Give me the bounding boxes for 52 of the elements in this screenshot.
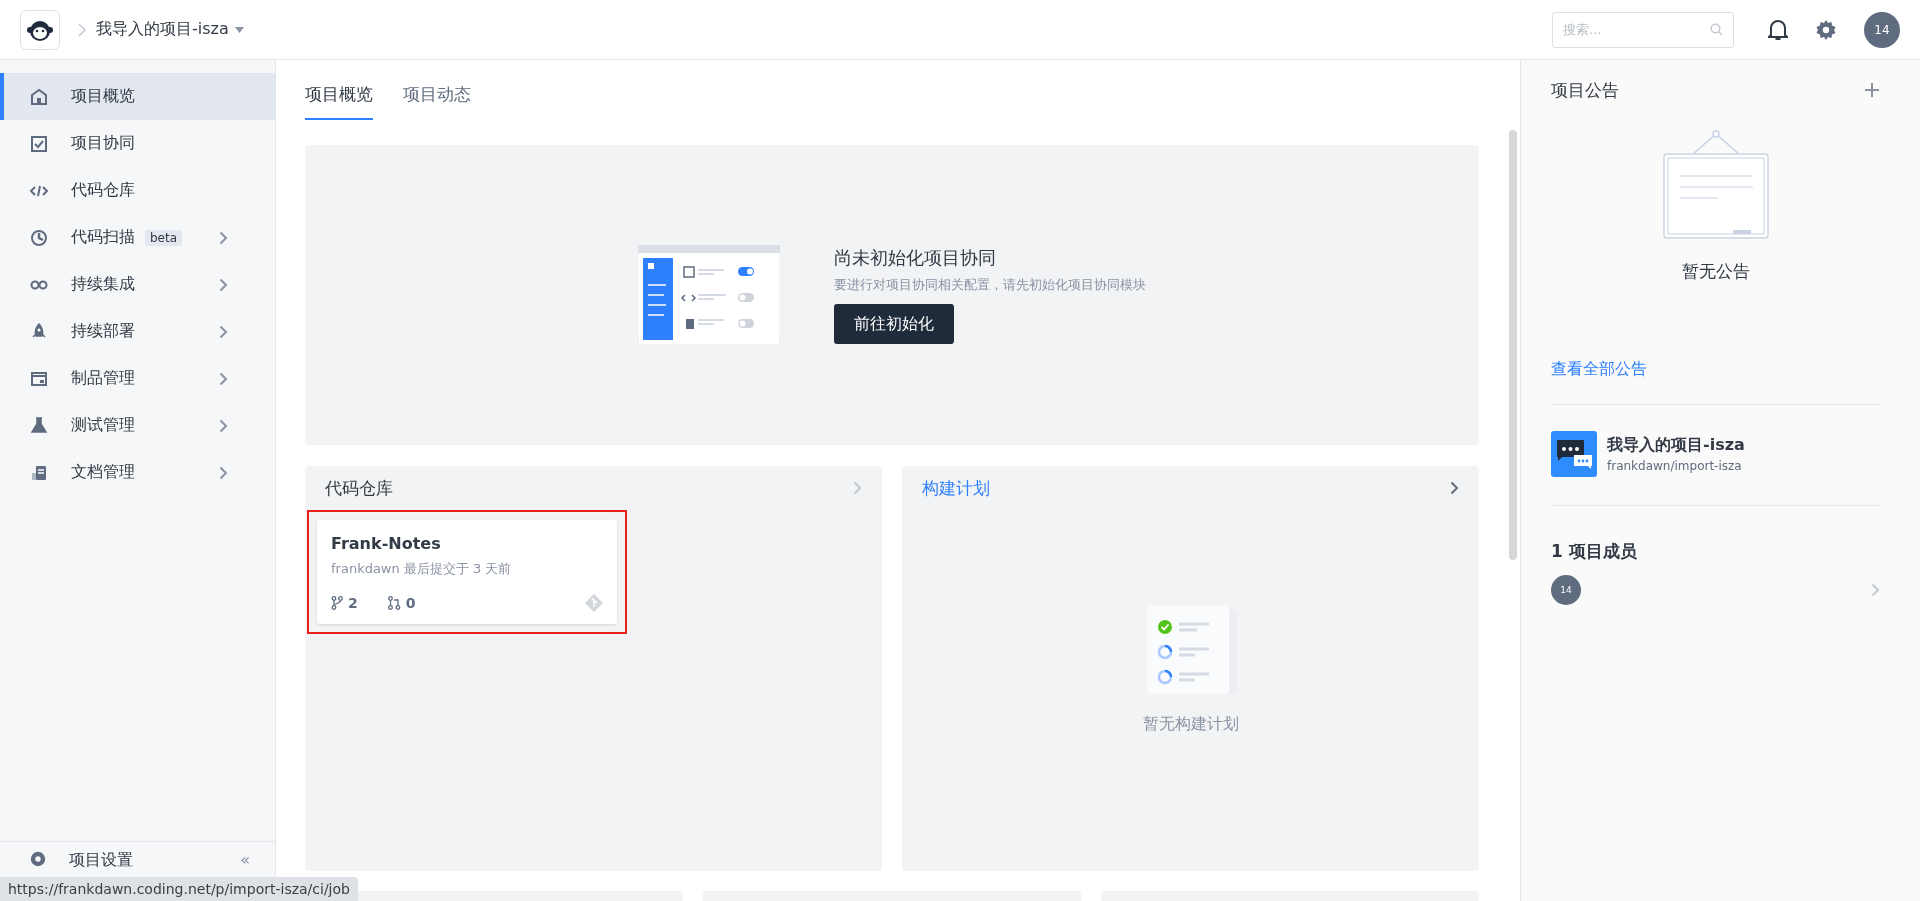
tab[interactable]: 项目动态	[403, 83, 471, 120]
git-icon	[585, 594, 603, 612]
status-url: https://frankdawn.coding.net/p/import-isza/ci/job	[0, 877, 358, 901]
chevron-right-icon	[1450, 481, 1459, 495]
merge-request-icon	[387, 596, 401, 610]
sidebar-item[interactable]: 文档管理	[0, 449, 275, 496]
sidebar-icon	[29, 86, 49, 107]
logo-icon[interactable]	[20, 9, 60, 50]
merge-request-count: 0	[405, 595, 416, 611]
branch-icon	[331, 596, 343, 610]
banner-description: 要进行对项目协同相关配置，请先初始化项目协同模块	[834, 276, 1146, 294]
caret-icon	[234, 26, 244, 33]
sidebar-item[interactable]: 代码扫描 beta	[0, 214, 275, 261]
banner-title: 尚未初始化项目协同	[834, 246, 997, 270]
project-name: 我导入的项目-isza	[1607, 435, 1745, 456]
user-avatar[interactable]: 14	[1864, 11, 1900, 48]
panel-title: 代码仓库	[325, 476, 394, 500]
commit-info: frankdawn 最后提交于 3 天前	[331, 560, 513, 578]
sidebar-item[interactable]: 持续集成	[0, 261, 275, 308]
repository-name: Frank-Notes	[331, 534, 442, 553]
repository-card[interactable]: Frank-Notes frankdawn 最后提交于 3 天前 2 0	[317, 520, 617, 624]
members-title: 1 项目成员	[1551, 540, 1638, 563]
project-path: frankdawn/import-isza	[1607, 459, 1743, 473]
scrollbar[interactable]	[1509, 130, 1517, 560]
empty-message: 暂无构建计划	[1142, 714, 1239, 735]
sidebar-icon	[29, 415, 49, 436]
member-avatar[interactable]: 14	[1551, 575, 1581, 605]
chevron-right-icon	[853, 481, 862, 495]
chevron-right-icon	[78, 22, 86, 37]
sidebar-icon	[29, 227, 49, 248]
sidebar-item[interactable]: 项目协同	[0, 120, 275, 167]
sidebar-item[interactable]: 项目设置	[69, 850, 219, 871]
empty-message: 暂无公告	[1681, 260, 1750, 283]
initialize-button[interactable]: 前往初始化	[834, 304, 954, 344]
sidebar-icon	[29, 133, 49, 154]
tab[interactable]: 项目概览	[305, 83, 373, 120]
sidebar-item[interactable]: 持续部署	[0, 308, 275, 355]
settings-icon[interactable]	[1816, 19, 1836, 40]
add-icon[interactable]	[1864, 82, 1880, 98]
sidebar-item[interactable]: 测试管理	[0, 402, 275, 449]
chat-bubbles-icon	[1551, 431, 1597, 477]
search-field[interactable]: 搜索...	[1552, 11, 1734, 48]
chevron-right-icon	[1871, 583, 1880, 597]
section-title: 项目公告	[1551, 78, 1620, 102]
view-all-link[interactable]: 查看全部公告	[1551, 359, 1880, 380]
sidebar-item[interactable]: 制品管理	[0, 355, 275, 402]
branch-count: 2	[348, 595, 358, 611]
beta-badge: beta	[145, 229, 183, 246]
sidebar-item[interactable]: 代码仓库	[0, 167, 275, 214]
project-switcher[interactable]: 我导入的项目-isza	[96, 19, 229, 40]
bell-icon[interactable]	[1768, 18, 1788, 41]
sidebar-item[interactable]: 项目概览	[0, 73, 275, 120]
